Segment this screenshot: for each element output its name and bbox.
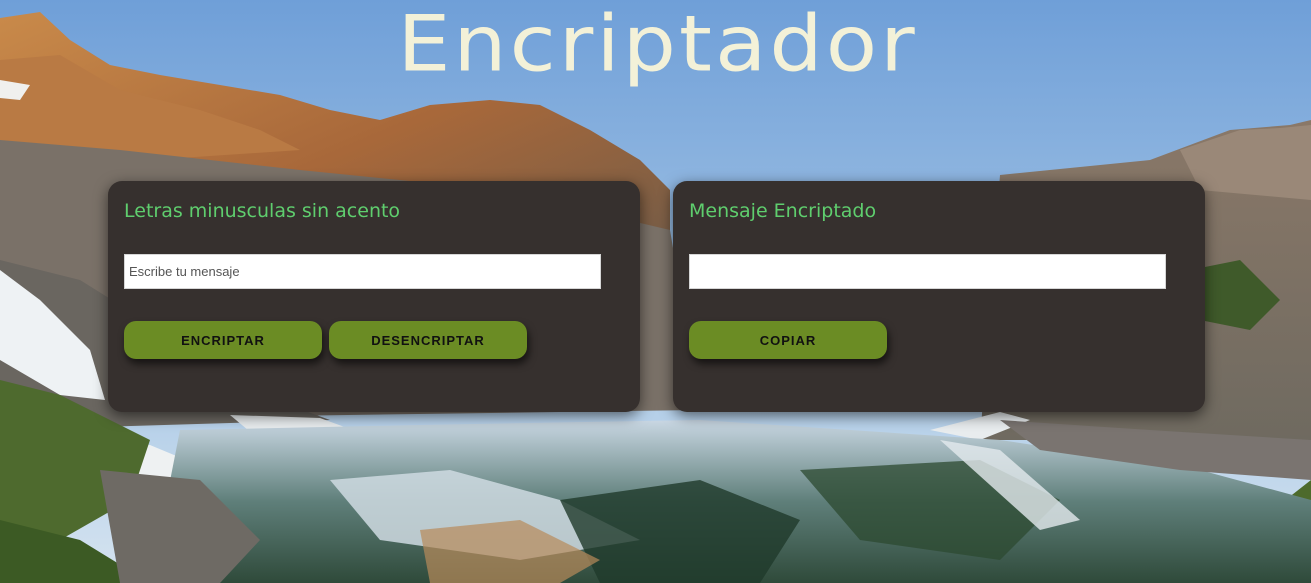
encrypt-panel-heading: Letras minusculas sin acento xyxy=(124,200,401,222)
result-panel: Mensaje Encriptado COPIAR xyxy=(673,181,1205,412)
copy-button[interactable]: COPIAR xyxy=(689,321,887,359)
page-title: Encriptador xyxy=(397,0,918,90)
encrypt-button[interactable]: ENCRIPTAR xyxy=(124,321,322,359)
result-panel-heading: Mensaje Encriptado xyxy=(689,200,877,222)
message-input[interactable] xyxy=(124,254,601,289)
decrypt-button[interactable]: DESENCRIPTAR xyxy=(329,321,527,359)
encrypt-panel: Letras minusculas sin acento ENCRIPTAR D… xyxy=(108,181,640,412)
encrypted-output-field[interactable] xyxy=(689,254,1166,289)
